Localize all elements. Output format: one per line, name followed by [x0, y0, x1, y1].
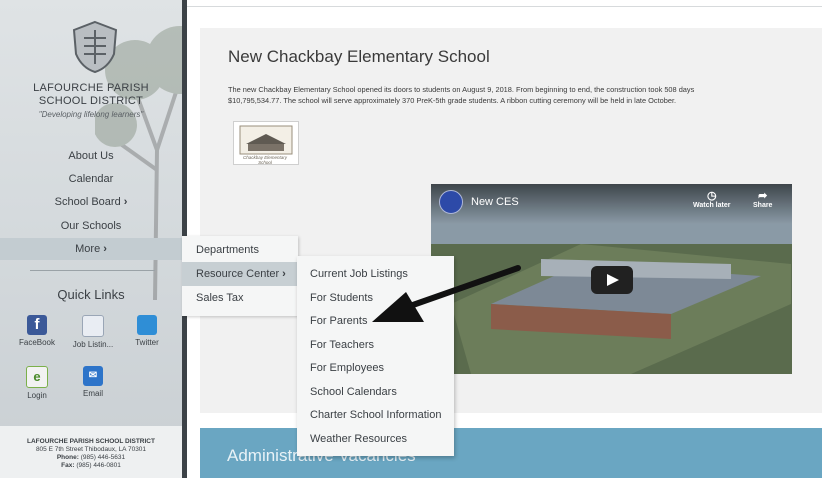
share-arrow-icon: ➦ — [758, 190, 768, 202]
job-listing-icon — [82, 315, 104, 337]
menu-sales-tax[interactable]: Sales Tax — [182, 286, 298, 310]
facebook-icon: f — [27, 315, 47, 335]
sidebar: LAFOURCHE PARISH SCHOOL DISTRICT "Develo… — [0, 0, 182, 478]
menu-school-calendars[interactable]: School Calendars — [297, 380, 454, 404]
chevron-right-icon: › — [123, 196, 128, 208]
menu-for-teachers[interactable]: For Teachers — [297, 333, 454, 357]
district-name-line2: SCHOOL DISTRICT — [38, 95, 144, 107]
menu-charter-school-information[interactable]: Charter School Information — [297, 403, 454, 427]
article-title: New Chackbay Elementary School — [228, 47, 490, 66]
quicklink-login[interactable]: e Login — [12, 366, 62, 400]
menu-current-job-listings[interactable]: Current Job Listings — [297, 262, 454, 286]
quicklink-twitter[interactable]: Twitter — [122, 315, 172, 347]
play-button[interactable] — [591, 266, 633, 294]
footer-address: 805 E 7th Street Thibodaux, LA 70301 — [35, 446, 147, 453]
menu-resource-center[interactable]: Resource Center › — [182, 262, 298, 286]
article-text: The new Chackbay Elementary School opene… — [228, 85, 695, 105]
video-player[interactable]: New CES ◷ Watch later ➦ Share — [431, 184, 792, 374]
quicklink-job-listings[interactable]: Job Listin... — [68, 315, 118, 349]
footer-fax: Fax: (985) 446-0801 — [61, 462, 121, 469]
quicklink-facebook[interactable]: f FaceBook — [12, 315, 62, 347]
twitter-icon — [137, 315, 157, 335]
clock-icon: ◷ — [706, 190, 717, 202]
menu-departments[interactable]: Departments — [182, 238, 298, 262]
nav-school-board[interactable]: School Board › — [0, 191, 182, 213]
watch-later-button[interactable]: ◷ Watch later — [693, 189, 730, 209]
nav-more[interactable]: More › — [0, 238, 182, 260]
channel-avatar-icon[interactable] — [439, 190, 463, 214]
video-title[interactable]: New CES — [471, 196, 519, 208]
footer-district-name: LAFOURCHE PARISH SCHOOL DISTRICT — [27, 438, 155, 445]
nav-about-us[interactable]: About Us — [0, 145, 182, 167]
nav-our-schools[interactable]: Our Schools — [0, 215, 182, 237]
menu-for-students[interactable]: For Students — [297, 286, 454, 310]
divider — [30, 270, 155, 271]
login-icon: e — [26, 366, 48, 388]
menu-for-employees[interactable]: For Employees — [297, 356, 454, 380]
resource-center-dropdown: Current Job Listings For Students For Pa… — [297, 256, 454, 456]
menu-weather-resources[interactable]: Weather Resources — [297, 427, 454, 451]
chevron-right-icon: › — [103, 243, 107, 255]
nav-calendar[interactable]: Calendar — [0, 168, 182, 190]
chevron-right-icon: › — [282, 268, 286, 280]
email-icon: ✉ — [83, 366, 103, 386]
footer-phone: Phone: (985) 446-5631 — [56, 454, 126, 461]
quick-links-title: Quick Links — [57, 287, 125, 302]
header-divider — [187, 6, 822, 7]
menu-for-parents[interactable]: For Parents — [297, 309, 454, 333]
district-motto: "Developing lifelong learners" — [38, 110, 144, 119]
sidebar-footer: LAFOURCHE PARISH SCHOOL DISTRICT 805 E 7… — [0, 426, 182, 478]
district-crest-icon — [72, 20, 118, 74]
more-dropdown: Departments Resource Center › Sales Tax — [182, 236, 298, 316]
district-name-line1: LAFOURCHE PARISH — [33, 82, 149, 94]
quicklink-email[interactable]: ✉ Email — [68, 366, 118, 398]
share-button[interactable]: ➦ Share — [753, 189, 772, 209]
thumbnail-caption: Chackbay Elementary School — [242, 155, 288, 165]
